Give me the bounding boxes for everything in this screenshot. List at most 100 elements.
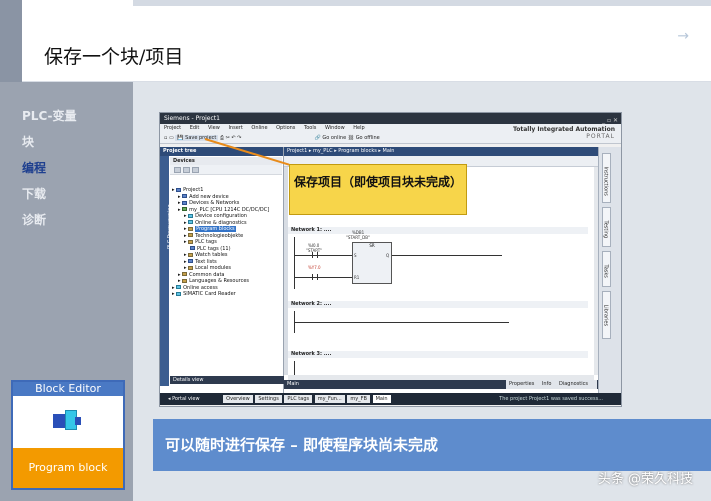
toolbar-grid-icon[interactable] [174,167,181,173]
tree-item-label: PLC tags (11) [197,245,231,252]
menu-view[interactable]: View [208,125,220,131]
tree-item-label: Technologieobjekte [195,232,244,239]
slide-title: 保存一个块/项目 [44,46,184,68]
tree-item-label: Add new device [189,193,229,200]
network-1-comment: .... [323,227,332,233]
nav-item-diagnostics[interactable]: 诊断 [22,214,77,227]
network-3-comment: .... [323,351,332,357]
task-card-libraries-label: Libraries [602,304,609,327]
nav-item-programming[interactable]: 编程 [22,162,77,175]
cut-icon[interactable]: ✂ [226,135,230,141]
tree-item-label: Local modules [195,265,232,271]
network-1-header[interactable]: Network 1: .... [288,227,588,234]
project-tree: Project tree PLC Programming Devices ▸ P… [160,147,284,397]
network-2-label: Network 2: [291,301,323,307]
task-card-instructions[interactable]: Instructions [602,153,611,203]
menu-edit[interactable]: Edit [190,125,200,131]
tree-node-icon [176,187,182,192]
contact-1-symbol[interactable] [312,252,318,258]
title-bar [22,0,711,82]
tree-item-label: Device configuration [195,213,247,219]
tree-item-label: SIMATIC Card Reader [183,291,236,297]
left-power-rail [294,237,295,289]
tree-node-icon [188,259,194,263]
status-tab-my-fun[interactable]: my_Fun... [314,394,345,403]
tree-node-icon [176,285,182,289]
tree-item-label: Devices & Networks [189,200,240,206]
tree-node-icon [190,246,195,250]
rung-1-wire [294,255,352,256]
portal-view-button[interactable]: ◂ Portal view [168,396,200,402]
status-tab-main[interactable]: Main [372,394,391,403]
tab-properties[interactable]: Properties [509,381,534,387]
menu-insert[interactable]: Insert [228,125,242,131]
go-offline-button[interactable]: ⛓ Go offline [348,135,380,141]
tree-item-label: Online access [183,284,218,291]
status-tab-settings[interactable]: Settings [255,394,282,403]
status-tab-overview[interactable]: Overview [223,394,253,403]
tree-item-label: Online & diagnostics [195,219,247,226]
details-view-bar[interactable]: Details view [170,376,284,384]
status-message: The project Project1 was saved success..… [499,396,603,402]
menu-options[interactable]: Options [276,125,295,131]
tab-diagnostics[interactable]: Diagnostics [559,381,588,387]
tree-node-icon [182,278,188,283]
tree-node-icon [182,207,188,211]
status-tab-my-fb[interactable]: my_FB [347,394,370,403]
sr-pin-r: R1 [354,275,360,280]
task-cards: Instructions Testing Tasks Libraries [598,147,621,397]
status-tab-plc-tags[interactable]: PLC tags [284,394,313,403]
contact-2-symbol[interactable] [312,274,318,280]
status-bar: ◂ Portal view Overview Settings PLC tags… [160,393,621,405]
tree-node-icon [188,220,194,224]
network-3-rail [294,361,295,375]
window-titlebar: Siemens - Project1 _ ▫ ✕ [160,113,621,124]
menu-project[interactable]: Project [164,125,181,131]
network-1-label: Network 1: [291,227,323,233]
sr-box-type: SR [369,243,375,248]
toolbar-refresh-icon[interactable] [183,167,190,173]
program-block-icon [53,408,83,432]
tree-node-icon [182,272,188,276]
block-card-title: Block Editor [13,382,123,396]
undo-icon[interactable]: ↶ [231,135,235,141]
menu-online[interactable]: Online [251,125,267,131]
nav-item-download[interactable]: 下载 [22,188,77,201]
task-card-testing[interactable]: Testing [602,207,611,247]
nav-item-plc-tags[interactable]: PLC-变量 [22,110,77,123]
block-editor-card: Block Editor Program block [11,380,125,490]
project-tree-header[interactable]: Project tree [160,147,283,156]
print-icon[interactable]: ⎙ [220,135,224,141]
tree-node-icon [182,194,188,198]
tree-item[interactable]: ▸ SIMATIC Card Reader [172,291,282,298]
left-vertical-tab[interactable]: PLC Programming [160,156,173,386]
redo-icon[interactable]: ↷ [237,135,241,141]
tree-node-icon [188,233,194,237]
nav-item-blocks[interactable]: 块 [22,136,77,149]
go-offline-label: Go offline [355,135,380,141]
go-online-button[interactable]: 🔗 Go online [315,135,347,141]
tree-item-label: Watch tables [195,252,228,258]
toolbar-view-icon[interactable] [192,167,199,173]
tree-item-label: my_PLC [CPU 1214C DC/DC/DC] [189,206,270,213]
task-card-tasks[interactable]: Tasks [602,251,611,287]
network-2-header[interactable]: Network 2: .... [288,301,588,308]
tree-item-label: Languages & Resources [189,278,250,284]
tia-brand: Totally Integrated Automation PORTAL [513,126,615,140]
new-icon[interactable]: ▫ [164,135,167,141]
tree-node-icon [188,265,194,270]
editor-gutter [284,167,288,375]
menu-window[interactable]: Window [325,125,345,131]
network-3-header[interactable]: Network 3: .... [288,351,588,358]
task-card-libraries[interactable]: Libraries [602,291,611,339]
tree-node-icon [176,291,182,296]
sr-instance-name: "START_DB" [346,235,370,240]
menu-tools[interactable]: Tools [304,125,316,131]
tree-node-icon [188,239,194,244]
tab-info[interactable]: Info [542,381,551,387]
open-icon[interactable]: ▭ [169,135,174,141]
editor-breadcrumb: Project1 ▸ my_PLC ▸ Program blocks ▸ Mai… [284,147,600,156]
menu-help[interactable]: Help [353,125,364,131]
inspector-tabs: Properties Info Diagnostics [506,380,597,389]
window-title: Siemens - Project1 [164,115,220,122]
